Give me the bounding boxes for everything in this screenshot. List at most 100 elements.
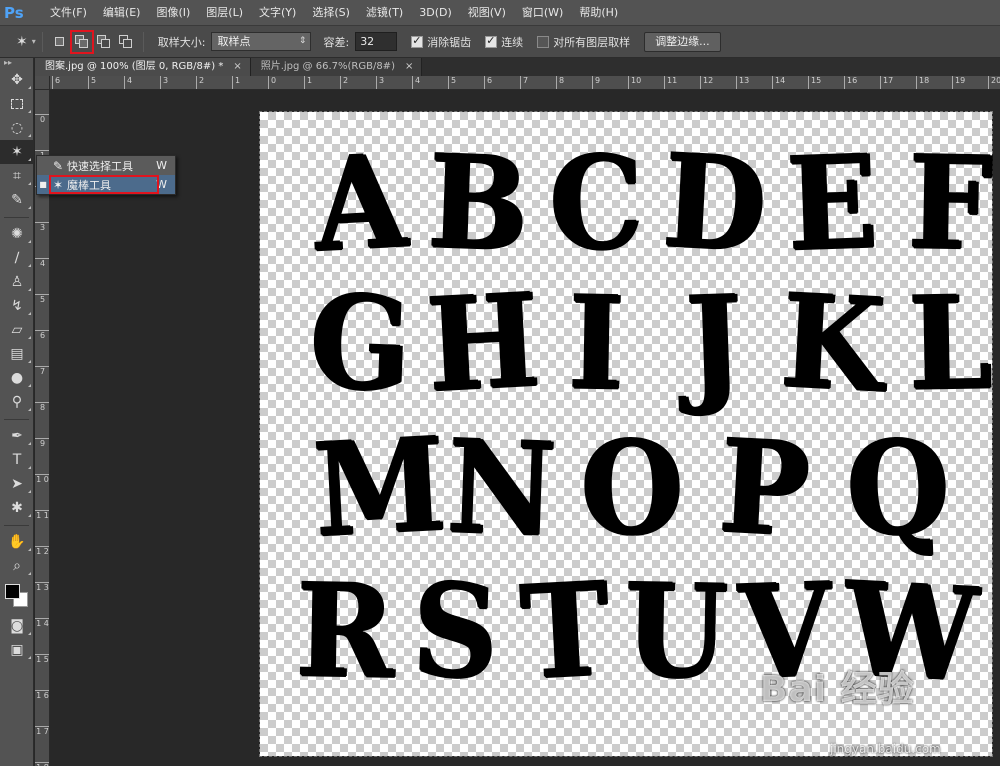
magic-wand-tool-preset-icon[interactable]: ✶ [16, 34, 28, 50]
glyph-letter-n: N [444, 412, 558, 566]
ruler-tick-label: 9 [592, 76, 600, 89]
ruler-tick-label: 7 [35, 366, 49, 376]
custom-shape-tool-icon[interactable]: ✱ [0, 496, 34, 520]
menu-window[interactable]: 窗口(W) [514, 0, 571, 26]
ruler-tick-label: 16 [844, 76, 857, 89]
sample-size-select[interactable]: 取样点 [211, 32, 312, 51]
tools-panel: ▸▸ ✥ ◌ ✶ ⌗ ✎ ✺ ∕ ♙ ↯ ▱ ▤ ● ⚲ ✒ T ➤ ✱ ✋ ⌕… [0, 58, 34, 766]
path-selection-tool-icon[interactable]: ➤ [0, 472, 34, 496]
foreground-color-swatch[interactable] [5, 584, 20, 599]
pen-tool-icon[interactable]: ✒ [0, 424, 34, 448]
menu-help[interactable]: 帮助(H) [571, 0, 626, 26]
menu-filter[interactable]: 滤镜(T) [358, 0, 411, 26]
watermark-url: jingyan.baidu.com [830, 742, 941, 756]
add-to-selection-button[interactable] [69, 29, 94, 54]
ruler-tick-label: 11 [664, 76, 677, 89]
ruler-tick-label: 6 [35, 330, 49, 340]
ruler-tick-label: 4 [412, 76, 420, 89]
quick-mask-icon[interactable]: ◙ [0, 614, 34, 638]
color-swatches[interactable] [0, 578, 34, 614]
divider [41, 31, 43, 52]
quick-selection-tool-item[interactable]: ✎ 快速选择工具 W [37, 156, 175, 175]
zoom-tool-icon[interactable]: ⌕ [0, 554, 34, 578]
ruler-horizontal[interactable]: 6543210123456789101112131415161718192021… [50, 76, 1000, 90]
crop-tool-icon[interactable]: ⌗ [0, 164, 34, 188]
glyph-letter-k: K [777, 266, 888, 422]
healing-brush-tool-icon[interactable]: ✺ [0, 222, 34, 246]
glyph-letter-p: P [715, 411, 813, 567]
ruler-origin[interactable] [35, 76, 50, 90]
contiguous-checkbox[interactable] [485, 34, 498, 48]
glyph-letter-q: Q [843, 412, 952, 566]
ruler-tick-label: 3 [160, 76, 168, 89]
screen-mode-icon[interactable]: ▣ [0, 638, 34, 662]
glyph-letter-m: M [310, 409, 449, 567]
ruler-tick-label: 1 0 [35, 474, 49, 484]
selected-bullet-icon: ■ [39, 180, 47, 189]
menu-type[interactable]: 文字(Y) [251, 0, 304, 26]
menu-3d[interactable]: 3D(D) [411, 0, 460, 26]
menu-view[interactable]: 视图(V) [460, 0, 514, 26]
tab-document-photo[interactable]: 照片.jpg @ 66.7%(RGB/8#) × [250, 58, 423, 76]
chevron-down-icon[interactable]: ▾ [32, 37, 36, 46]
tab-label: 图案.jpg @ 100% (图层 0, RGB/8#) * [45, 61, 224, 72]
glyph-letter-f: F [906, 128, 994, 280]
intersect-selection-button[interactable] [118, 34, 133, 49]
divider [142, 31, 144, 52]
ruler-tick-label: 0 [268, 76, 276, 89]
blur-tool-icon[interactable]: ● [0, 366, 34, 390]
dodge-tool-icon[interactable]: ⚲ [0, 390, 34, 414]
ruler-tick-label: 14 [772, 76, 785, 89]
ruler-tick-label: 1 7 [35, 726, 49, 736]
ruler-tick-label: 1 6 [35, 690, 49, 700]
ruler-tick-label: 8 [35, 402, 49, 412]
tolerance-input[interactable]: 32 [355, 32, 398, 51]
ruler-tick-label: 12 [700, 76, 713, 89]
eraser-tool-icon[interactable]: ▱ [0, 318, 34, 342]
type-tool-icon[interactable]: T [0, 448, 34, 472]
clone-stamp-tool-icon[interactable]: ♙ [0, 270, 34, 294]
ruler-tick-label: 8 [556, 76, 564, 89]
menu-edit[interactable]: 编辑(E) [95, 0, 149, 26]
menu-image[interactable]: 图像(I) [148, 0, 198, 26]
ruler-tick-label: 2 [196, 76, 204, 89]
move-tool-icon[interactable]: ✥ [0, 68, 34, 92]
menu-layer[interactable]: 图层(L) [198, 0, 251, 26]
glyph-letter-c: C [547, 128, 645, 280]
ruler-tick-label: 4 [124, 76, 132, 89]
close-icon[interactable]: × [233, 61, 241, 72]
ruler-tick-label: 19 [952, 76, 965, 89]
baidu-watermark: Bai 经验 [760, 669, 915, 710]
antialias-label: 消除锯齿 [427, 35, 472, 49]
eyedropper-tool-icon[interactable]: ✎ [0, 188, 34, 212]
menu-select[interactable]: 选择(S) [304, 0, 358, 26]
history-brush-tool-icon[interactable]: ↯ [0, 294, 34, 318]
subtract-from-selection-button[interactable] [96, 34, 111, 49]
contiguous-label: 连续 [501, 35, 524, 49]
panel-grip-icon[interactable]: ▸▸ [0, 58, 33, 68]
brush-tool-icon[interactable]: ∕ [0, 246, 34, 270]
marquee-tool-icon[interactable] [0, 92, 34, 116]
glyph-letter-r: R [294, 556, 396, 708]
refine-edge-button[interactable]: 调整边缘... [644, 31, 721, 52]
glyph-letter-d: D [659, 126, 770, 282]
ruler-tick-label: 5 [35, 294, 49, 304]
lasso-tool-icon[interactable]: ◌ [0, 116, 34, 140]
close-icon[interactable]: × [405, 61, 413, 72]
glyph-letter-u: U [623, 556, 729, 708]
antialias-checkbox[interactable] [411, 34, 424, 48]
magic-wand-tool-item[interactable]: ■ ✶ 魔棒工具 W [37, 175, 175, 194]
tab-document-pattern[interactable]: 图案.jpg @ 100% (图层 0, RGB/8#) * × [35, 58, 251, 76]
ruler-tick-label: 18 [916, 76, 929, 89]
ruler-tick-label: 1 5 [35, 654, 49, 664]
hand-tool-icon[interactable]: ✋ [0, 530, 34, 554]
gradient-tool-icon[interactable]: ▤ [0, 342, 34, 366]
ruler-tick-label: 3 [35, 222, 49, 232]
ruler-tick-label: 6 [52, 76, 60, 89]
menu-file[interactable]: 文件(F) [42, 0, 95, 26]
sample-all-layers-checkbox[interactable] [537, 35, 550, 48]
magic-wand-tool-icon[interactable]: ✶ [0, 140, 34, 164]
new-selection-button[interactable] [53, 35, 67, 49]
glyph-letter-j: J [683, 268, 745, 420]
ruler-tick-label: 5 [448, 76, 456, 89]
